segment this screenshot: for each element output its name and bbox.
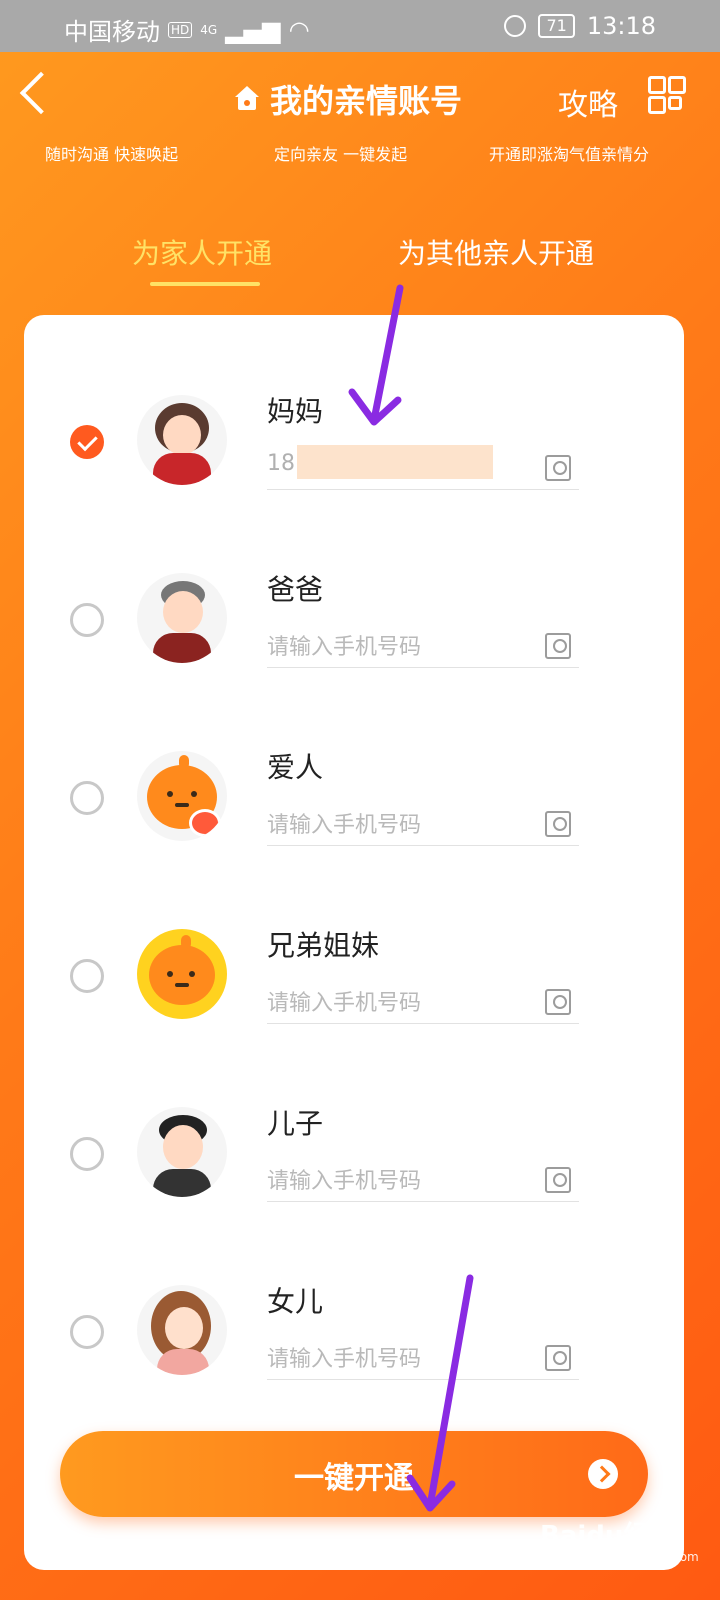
battery-indicator: 71 bbox=[538, 14, 575, 38]
avatar-dad bbox=[137, 573, 227, 663]
phone-value: 18 bbox=[267, 451, 295, 476]
member-name: 女儿 bbox=[267, 1285, 324, 1318]
tab-family[interactable]: 为家人开通 bbox=[132, 232, 272, 272]
member-name: 爸爸 bbox=[267, 573, 324, 606]
contacts-book-icon[interactable] bbox=[545, 1345, 571, 1371]
phone-field[interactable]: 18 bbox=[267, 445, 579, 490]
avatar-daughter bbox=[137, 1285, 227, 1375]
family-card: 妈妈 18 爸爸 请输入手机号码 爱人 请输入手机号码 兄弟姐妹 请输入手机号码… bbox=[24, 315, 684, 1570]
carrier-label: 中国移动 bbox=[64, 18, 160, 46]
phone-field[interactable]: 请输入手机号码 bbox=[267, 1157, 579, 1202]
phone-placeholder: 请输入手机号码 bbox=[267, 635, 422, 660]
list-item-spouse[interactable]: 爱人 请输入手机号码 bbox=[24, 671, 684, 846]
redaction-mask bbox=[297, 445, 493, 479]
radio-unchecked-icon[interactable] bbox=[70, 603, 104, 637]
feature-highlights: 随时沟通 快速唤起 定向亲友 一键发起 开通即涨淘气值亲情分 bbox=[0, 141, 720, 165]
phone-field[interactable]: 请输入手机号码 bbox=[267, 801, 579, 846]
activate-all-button[interactable]: 一键开通 bbox=[60, 1431, 648, 1517]
chevron-right-icon bbox=[588, 1459, 618, 1489]
member-name: 妈妈 bbox=[267, 395, 324, 428]
guide-link[interactable]: 攻略 bbox=[558, 80, 618, 124]
member-name: 兄弟姐妹 bbox=[267, 929, 380, 962]
contacts-book-icon[interactable] bbox=[545, 633, 571, 659]
heart-icon bbox=[189, 809, 221, 837]
avatar-siblings bbox=[137, 929, 227, 1019]
tab-other-relatives[interactable]: 为其他亲人开通 bbox=[398, 232, 594, 272]
phone-placeholder: 请输入手机号码 bbox=[267, 1169, 422, 1194]
activate-all-label: 一键开通 bbox=[294, 1461, 414, 1496]
radio-unchecked-icon[interactable] bbox=[70, 959, 104, 993]
radio-unchecked-icon[interactable] bbox=[70, 1315, 104, 1349]
family-home-icon bbox=[232, 86, 262, 112]
watermark-logo: Baidu经验 bbox=[540, 1521, 676, 1551]
alarm-icon bbox=[504, 15, 527, 37]
feature-text: 定向亲友 一键发起 bbox=[274, 145, 408, 164]
tab-bar: 为家人开通 为其他亲人开通 bbox=[0, 232, 720, 292]
back-arrow-icon[interactable] bbox=[19, 71, 63, 115]
radio-unchecked-icon[interactable] bbox=[70, 781, 104, 815]
tab-active-indicator bbox=[150, 282, 260, 286]
page-title: 我的亲情账号 bbox=[270, 82, 463, 120]
phone-field[interactable]: 请输入手机号码 bbox=[267, 979, 579, 1024]
list-item-mom[interactable]: 妈妈 18 bbox=[24, 315, 684, 490]
phone-placeholder: 请输入手机号码 bbox=[267, 991, 422, 1016]
list-item-siblings[interactable]: 兄弟姐妹 请输入手机号码 bbox=[24, 849, 684, 1024]
member-name: 儿子 bbox=[267, 1107, 324, 1140]
page-title-group: 我的亲情账号 bbox=[232, 76, 462, 122]
phone-placeholder: 请输入手机号码 bbox=[267, 1347, 422, 1372]
contacts-book-icon[interactable] bbox=[545, 989, 571, 1015]
avatar-spouse bbox=[137, 751, 227, 841]
feature-text: 开通即涨淘气值亲情分 bbox=[489, 145, 650, 164]
contacts-book-icon[interactable] bbox=[545, 1167, 571, 1193]
member-name: 爱人 bbox=[267, 751, 324, 784]
hd-badge: HD bbox=[168, 21, 193, 38]
avatar-mom bbox=[137, 395, 227, 485]
feature-text: 随时沟通 快速唤起 bbox=[45, 145, 179, 164]
list-item-daughter[interactable]: 女儿 请输入手机号码 bbox=[24, 1205, 684, 1380]
watermark-url: jingyan.baidu.com bbox=[588, 1550, 699, 1564]
avatar-son bbox=[137, 1107, 227, 1197]
phone-placeholder: 请输入手机号码 bbox=[267, 813, 422, 838]
qr-code-icon[interactable] bbox=[648, 76, 686, 114]
list-item-son[interactable]: 儿子 请输入手机号码 bbox=[24, 1027, 684, 1202]
wifi-icon: ◠ bbox=[288, 15, 310, 44]
contacts-book-icon[interactable] bbox=[545, 455, 571, 481]
clock: 13:18 bbox=[586, 12, 656, 40]
phone-field[interactable]: 请输入手机号码 bbox=[267, 623, 579, 668]
list-item-dad[interactable]: 爸爸 请输入手机号码 bbox=[24, 493, 684, 668]
network-label: 4G bbox=[200, 22, 218, 37]
status-bar: 中国移动 HD 4G ▂▄▆ ◠ 71 13:18 bbox=[0, 0, 720, 52]
contacts-book-icon[interactable] bbox=[545, 811, 571, 837]
signal-icon: ▂▄▆ bbox=[225, 15, 281, 44]
radio-checked-icon[interactable] bbox=[70, 425, 104, 459]
phone-field[interactable]: 请输入手机号码 bbox=[267, 1335, 579, 1380]
radio-unchecked-icon[interactable] bbox=[70, 1137, 104, 1171]
